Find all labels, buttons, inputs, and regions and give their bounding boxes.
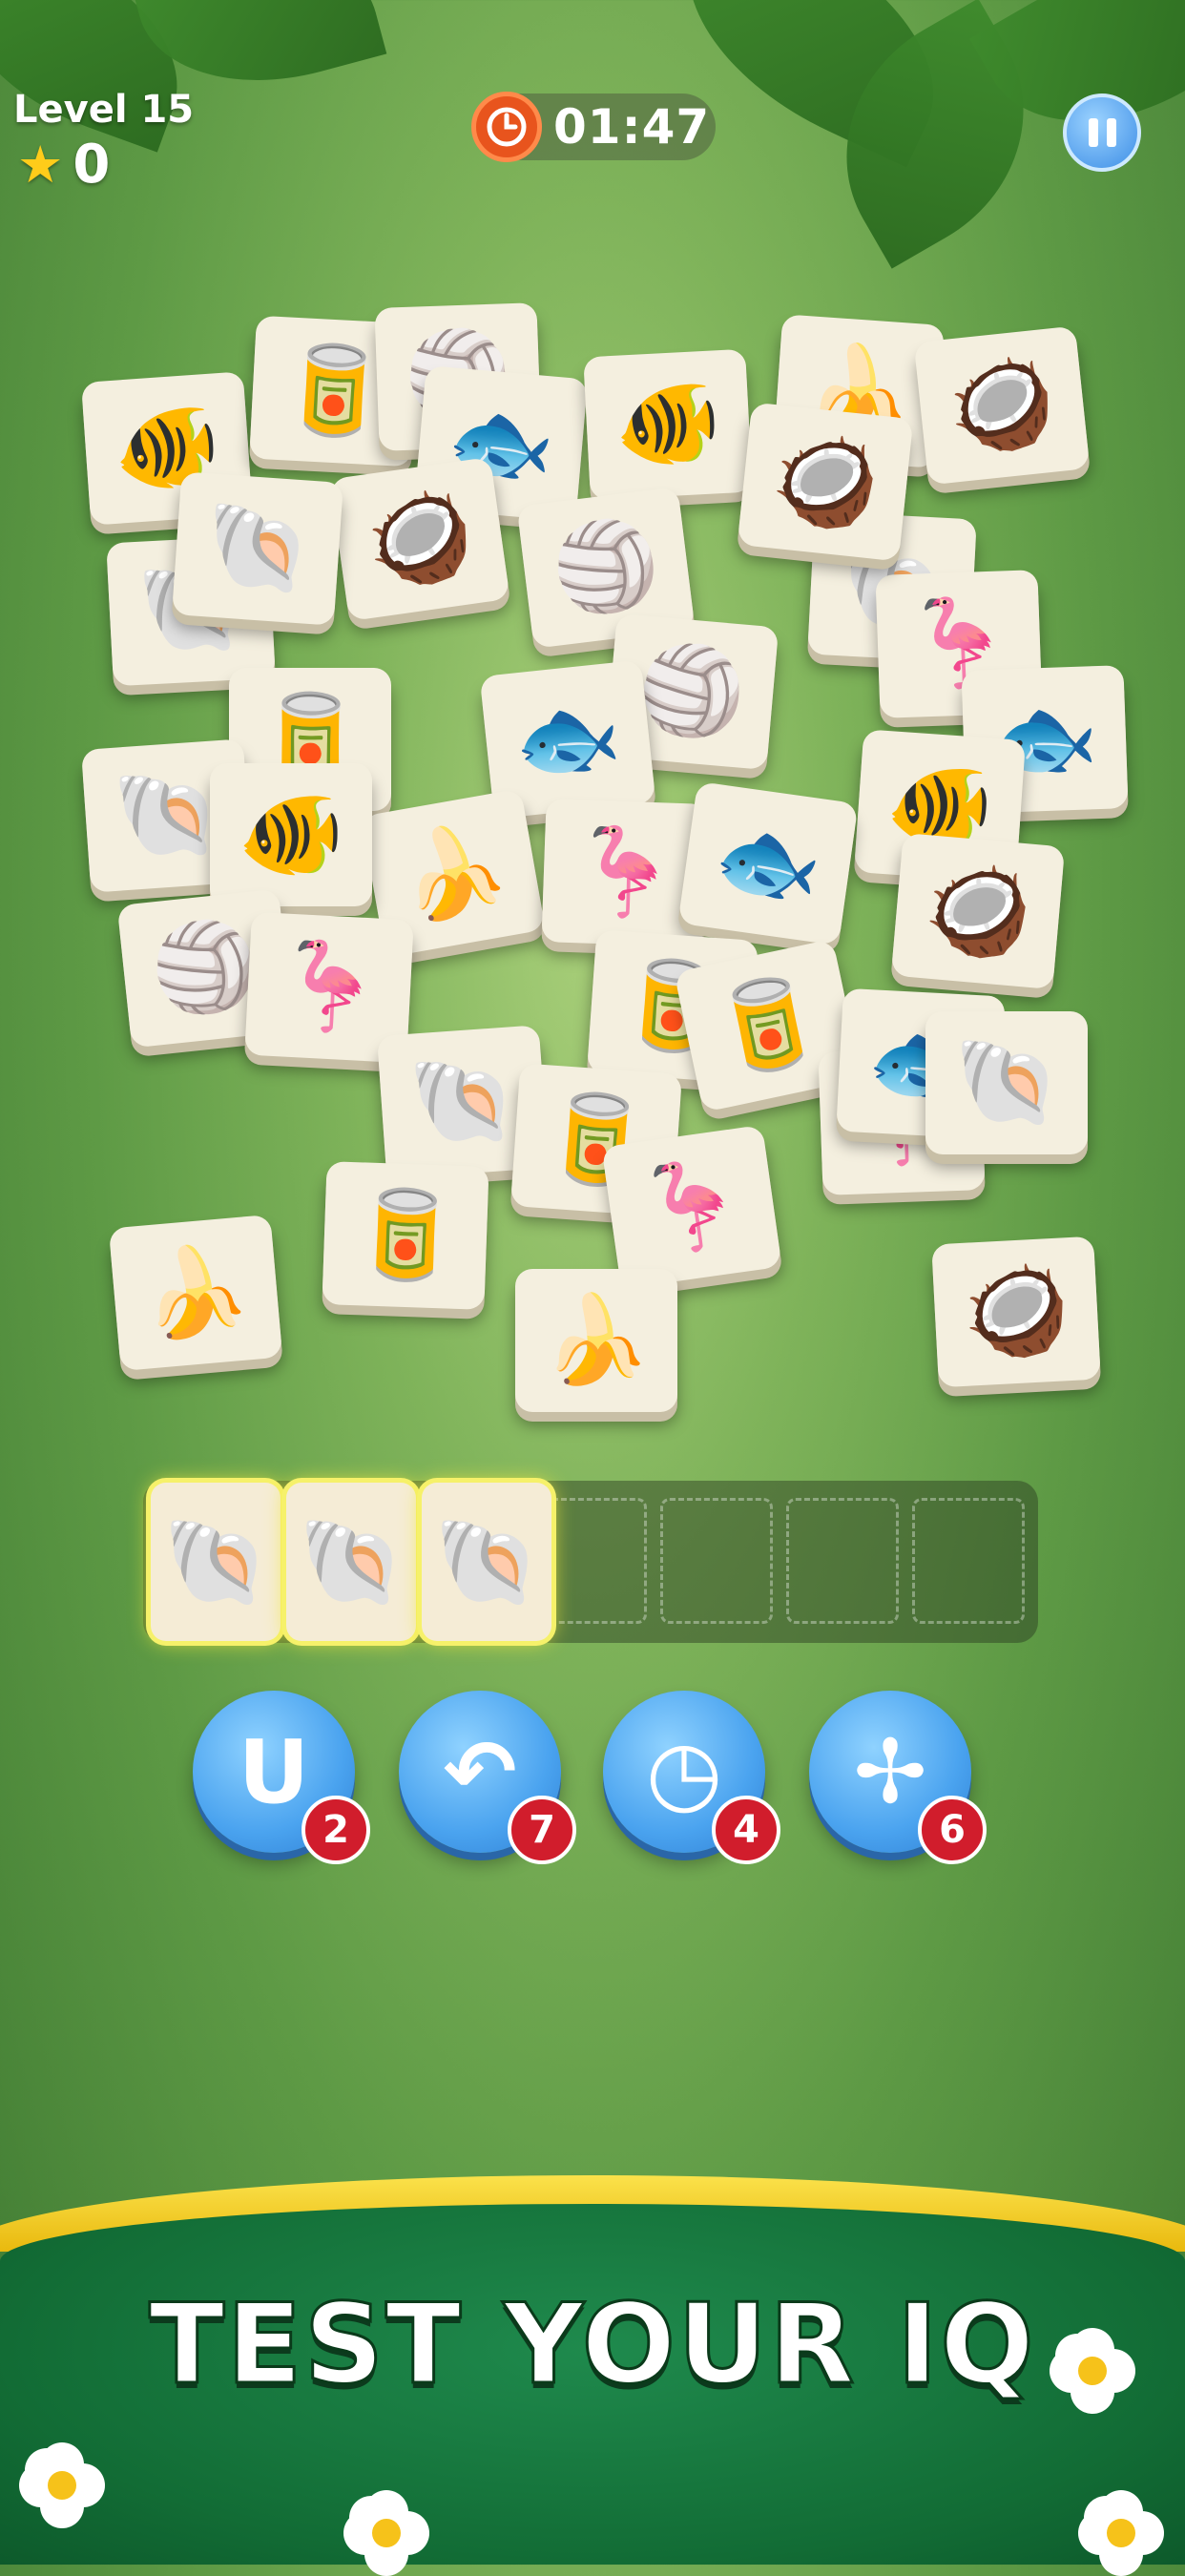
tile-soda-can-green[interactable]: 🥫	[322, 1161, 489, 1310]
banana-icon: 🍌	[542, 1290, 651, 1390]
clam-shell-icon: 🐚	[405, 1048, 520, 1155]
clam-shell-icon: 🐚	[200, 494, 315, 602]
flower-decoration	[19, 2442, 105, 2528]
coconut-drink-icon: 🥥	[960, 1258, 1072, 1364]
tray-slot	[660, 1498, 773, 1624]
tile-flamingo[interactable]: 🦩	[601, 1124, 782, 1290]
clam-shell-icon: 🐚	[952, 1032, 1061, 1132]
soda-can-green-icon: 🥫	[350, 1183, 461, 1287]
coconut-drink-icon: 🥥	[943, 349, 1061, 461]
tray-tile-clam-shell: 🐚	[151, 1483, 281, 1641]
tile-fish-yellow[interactable]: 🐠	[583, 348, 753, 501]
flamingo-icon: 🦩	[570, 821, 680, 924]
promo-banner: TEST YOUR IQ	[0, 2175, 1185, 2576]
tray-slot	[786, 1498, 899, 1624]
magnet-icon: U	[238, 1720, 310, 1823]
fan-icon: ✢	[853, 1720, 927, 1823]
clam-shell-icon: 🐚	[432, 1511, 541, 1612]
clock-icon: ◷	[645, 1720, 723, 1823]
tile-coconut-drink[interactable]: 🥥	[913, 325, 1091, 486]
banner-text: TEST YOUR IQ	[148, 2279, 1036, 2411]
fish-blue-icon: 🐟	[708, 805, 828, 921]
fish-yellow-icon: 🐠	[237, 784, 345, 884]
magnet-booster-button[interactable]: U2	[193, 1691, 370, 1864]
shuffle-booster-button[interactable]: ✢ 6	[809, 1691, 987, 1864]
undo-icon: ↶	[443, 1720, 517, 1823]
coconut-drink-icon: 🥥	[920, 856, 1036, 966]
tile-fish-blue[interactable]: 🐟	[677, 780, 859, 946]
flower-decoration	[1050, 2328, 1135, 2414]
clam-shell-icon: 🐚	[297, 1511, 405, 1612]
tray-tile-clam-shell: 🐚	[422, 1483, 551, 1641]
beach-ball-icon: 🏐	[546, 510, 665, 624]
booster-count-badge: 2	[301, 1796, 370, 1864]
tile-coconut-drink[interactable]: 🥥	[890, 832, 1066, 990]
fish-blue-icon: 🐟	[509, 683, 627, 795]
booster-count-badge: 7	[508, 1796, 576, 1864]
beach-ball-icon: 🏐	[634, 636, 750, 746]
tile-banana[interactable]: 🍌	[108, 1214, 283, 1372]
flower-decoration	[1078, 2490, 1164, 2576]
coconut-drink-icon: 🥥	[766, 426, 884, 537]
tray-slot	[912, 1498, 1025, 1624]
tile-tray: 🐚 🐚 🐚	[143, 1481, 1038, 1643]
time-booster-button[interactable]: ◷ 4	[603, 1691, 780, 1864]
tile-coconut-drink[interactable]: 🥥	[931, 1236, 1101, 1388]
banana-icon: 🍌	[391, 814, 515, 931]
flower-decoration	[343, 2490, 429, 2576]
flamingo-icon: 🦩	[632, 1149, 752, 1264]
coconut-drink-icon: 🥥	[360, 481, 480, 596]
undo-booster-button[interactable]: ↶ 7	[399, 1691, 576, 1864]
clam-shell-icon: 🐚	[161, 1511, 270, 1612]
tile-banana[interactable]: 🍌	[515, 1269, 677, 1412]
clam-shell-icon: 🐚	[110, 761, 224, 869]
tile-board: 🐠🥫🏐🐟🐠🍌🥥🐚🥥🐚🏐🐚🦩🥫🏐🐟🥥🐟🐠🐚🍌🦩🐟🥥🐠🏐🦩🥫🥫🐚🥫🦩🐟🐚🥫🦩🍌🍌🥥	[0, 0, 1185, 1469]
tile-clam-shell[interactable]: 🐚	[171, 471, 344, 626]
tile-fish-yellow[interactable]: 🐠	[210, 763, 372, 906]
fish-yellow-icon: 🐠	[612, 371, 724, 477]
flamingo-icon: 🦩	[273, 934, 385, 1040]
soda-can-red-icon: 🥫	[705, 965, 831, 1086]
tile-clam-shell[interactable]: 🐚	[925, 1011, 1088, 1154]
banana-icon: 🍌	[137, 1237, 254, 1347]
tile-coconut-drink[interactable]: 🥥	[329, 456, 510, 622]
soda-can-red-icon: 🥫	[278, 338, 390, 444]
tray-tile-clam-shell: 🐚	[286, 1483, 416, 1641]
tile-coconut-drink[interactable]: 🥥	[737, 402, 914, 562]
beach-ball-icon: 🏐	[146, 912, 264, 1024]
tile-flamingo[interactable]: 🦩	[541, 799, 709, 947]
booster-count-badge: 6	[918, 1796, 987, 1864]
booster-count-badge: 4	[712, 1796, 780, 1864]
